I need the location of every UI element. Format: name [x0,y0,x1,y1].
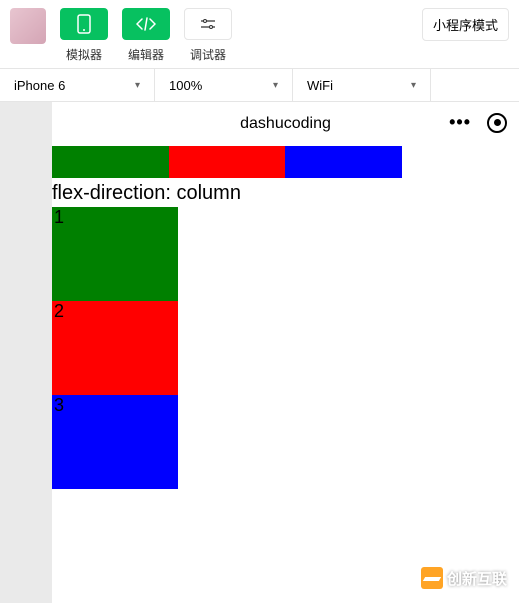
chevron-down-icon: ▾ [273,80,278,91]
top-toolbar: 模拟器 编辑器 调试器 小程序模式 [0,0,519,68]
chevron-down-icon: ▾ [411,80,416,91]
page-title: dashucoding [240,115,331,133]
col-box-3: 3 [52,395,178,489]
simulator-button[interactable] [60,8,108,40]
sim-header: dashucoding ••• [52,102,519,146]
debugger-tool: 调试器 [184,8,232,63]
col-box-2: 2 [52,301,178,395]
row-box-blue [285,146,402,178]
avatar[interactable] [10,8,46,44]
network-selector[interactable]: WiFi ▾ [293,69,431,101]
phone-icon [77,14,91,34]
zoom-selector[interactable]: 100% ▾ [155,69,293,101]
code-icon [136,17,156,31]
chevron-down-icon: ▾ [135,80,140,91]
watermark-icon [421,567,443,589]
main-area: dashucoding ••• flex-direction: column 1… [0,102,519,603]
col-box-1: 1 [52,207,178,301]
editor-label: 编辑器 [128,46,164,63]
flex-row-demo [52,146,402,178]
debugger-label: 调试器 [190,46,226,63]
mode-button[interactable]: 小程序模式 [422,8,509,41]
watermark-text: 创新互联 [447,568,507,589]
capsule: ••• [449,112,507,133]
watermark: 创新互联 [421,567,507,589]
more-icon[interactable]: ••• [449,112,471,133]
close-target-icon[interactable] [487,113,507,133]
device-selector[interactable]: iPhone 6 ▾ [0,69,155,101]
zoom-value: 100% [169,78,202,93]
device-value: iPhone 6 [14,78,65,93]
simulator-viewport: dashucoding ••• flex-direction: column 1… [52,102,519,603]
selector-bar: iPhone 6 ▾ 100% ▾ WiFi ▾ [0,68,519,102]
flex-column-demo: 1 2 3 [52,207,178,489]
debugger-button[interactable] [184,8,232,40]
editor-button[interactable] [122,8,170,40]
row-box-green [52,146,169,178]
section-label: flex-direction: column [52,178,519,207]
gutter [0,102,52,603]
simulator-tool: 模拟器 [60,8,108,63]
simulator-label: 模拟器 [66,46,102,63]
row-box-red [169,146,286,178]
network-value: WiFi [307,78,333,93]
sliders-icon [200,18,216,30]
editor-tool: 编辑器 [122,8,170,63]
